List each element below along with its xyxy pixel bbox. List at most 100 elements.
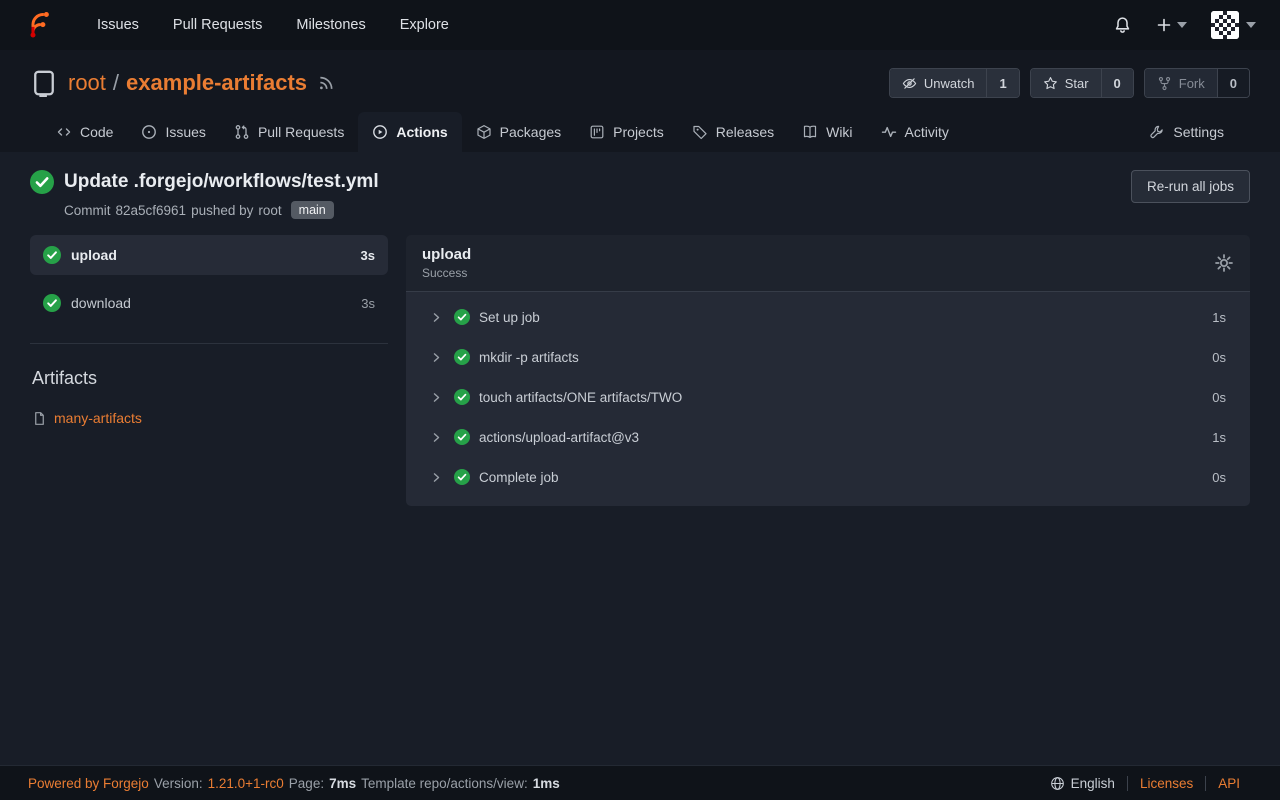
tab-pull-requests[interactable]: Pull Requests xyxy=(220,112,358,152)
artifact-download-link: many-artifacts xyxy=(54,410,142,426)
commit-summary: Commit 82a5cf6961 pushed by root main xyxy=(64,201,379,219)
success-check-icon xyxy=(43,294,61,312)
tab-activity[interactable]: Activity xyxy=(867,112,963,152)
sidebar-divider xyxy=(30,343,388,344)
chevron-down-icon xyxy=(1177,22,1187,28)
chevron-down-icon xyxy=(1246,22,1256,28)
chevron-right-icon xyxy=(430,391,443,404)
page-title: Update .forgejo/workflows/test.yml xyxy=(64,171,379,193)
chevron-right-icon xyxy=(430,351,443,364)
tab-releases[interactable]: Releases xyxy=(678,112,788,152)
success-check-icon xyxy=(454,469,470,485)
notifications-bell-icon[interactable] xyxy=(1113,16,1132,35)
fork-label: Fork xyxy=(1179,76,1205,91)
gear-icon[interactable] xyxy=(1214,253,1234,273)
repo-action-buttons: Unwatch 1 Star 0 xyxy=(889,68,1250,98)
create-new-dropdown[interactable] xyxy=(1156,17,1187,33)
repo-tabs: Code Issues Pull Requests Actions Packag… xyxy=(30,112,1250,152)
artifacts-heading: Artifacts xyxy=(32,368,388,389)
step-row-mkdir[interactable]: mkdir -p artifacts 0s xyxy=(406,337,1250,377)
step-row-complete-job[interactable]: Complete job 0s xyxy=(406,457,1250,497)
rerun-all-jobs-button[interactable]: Re-run all jobs xyxy=(1131,170,1250,203)
star-count[interactable]: 0 xyxy=(1101,69,1133,97)
job-duration: 3s xyxy=(361,248,375,263)
nav-item-issues[interactable]: Issues xyxy=(84,11,152,39)
run-title-block: Update .forgejo/workflows/test.yml Commi… xyxy=(30,170,379,219)
language-selector[interactable]: English xyxy=(1050,776,1127,791)
repo-name-link[interactable]: example-artifacts xyxy=(126,70,307,96)
fork-button[interactable]: Fork 0 xyxy=(1144,68,1250,98)
unwatch-button[interactable]: Unwatch 1 xyxy=(889,68,1020,98)
breadcrumb-separator: / xyxy=(113,70,119,96)
template-time: 1ms xyxy=(533,776,560,791)
issue-icon xyxy=(141,124,157,140)
template-time-label: Template repo/actions/view: xyxy=(361,776,528,791)
repo-owner-link[interactable]: root xyxy=(68,70,106,96)
star-label: Star xyxy=(1065,76,1089,91)
status-badge: Success xyxy=(422,266,471,280)
artifact-item[interactable]: many-artifacts xyxy=(30,410,388,426)
repo-icon xyxy=(30,69,58,97)
rss-icon[interactable] xyxy=(317,74,335,92)
nav-item-explore[interactable]: Explore xyxy=(387,11,462,39)
footer: Powered by Forgejo Version: 1.21.0+1-rc0… xyxy=(0,765,1280,800)
commit-author-link[interactable]: root xyxy=(258,203,281,218)
step-duration: 0s xyxy=(1212,390,1226,405)
star-button[interactable]: Star 0 xyxy=(1030,68,1134,98)
job-duration: 3s xyxy=(361,296,375,311)
step-duration: 1s xyxy=(1212,310,1226,325)
licenses-link[interactable]: Licenses xyxy=(1127,776,1205,791)
tools-icon xyxy=(1149,124,1165,140)
job-detail-name: upload xyxy=(422,246,471,263)
file-icon xyxy=(32,411,47,426)
fork-count[interactable]: 0 xyxy=(1217,69,1249,97)
navbar-links: Issues Pull Requests Milestones Explore xyxy=(84,11,462,39)
commit-sha-link[interactable]: 82a5cf6961 xyxy=(116,203,187,218)
chevron-right-icon xyxy=(430,311,443,324)
code-icon xyxy=(56,124,72,140)
tab-actions[interactable]: Actions xyxy=(358,112,461,152)
step-duration: 1s xyxy=(1212,430,1226,445)
unwatch-label: Unwatch xyxy=(924,76,975,91)
version-link[interactable]: 1.21.0+1-rc0 xyxy=(208,776,284,791)
tag-icon xyxy=(692,124,708,140)
nav-item-pull-requests[interactable]: Pull Requests xyxy=(160,11,275,39)
navbar-right xyxy=(1113,11,1256,39)
job-item-download[interactable]: download 3s xyxy=(30,283,388,323)
step-row-upload-artifact[interactable]: actions/upload-artifact@v3 1s xyxy=(406,417,1250,457)
jobs-sidebar: upload 3s download 3s Artifacts many-art… xyxy=(30,235,388,506)
tab-issues[interactable]: Issues xyxy=(127,112,219,152)
success-check-icon xyxy=(454,429,470,445)
job-detail-panel: upload Success Set up job 1s mkdir -p xyxy=(406,235,1250,506)
project-board-icon xyxy=(589,124,605,140)
pulse-icon xyxy=(881,124,897,140)
top-navbar: Issues Pull Requests Milestones Explore xyxy=(0,0,1280,50)
tab-wiki[interactable]: Wiki xyxy=(788,112,866,152)
job-detail-header: upload Success xyxy=(406,235,1250,292)
step-row-touch[interactable]: touch artifacts/ONE artifacts/TWO 0s xyxy=(406,377,1250,417)
nav-item-milestones[interactable]: Milestones xyxy=(283,11,378,39)
plus-icon xyxy=(1156,17,1172,33)
page-time-label: Page: xyxy=(289,776,324,791)
step-row-setup-job[interactable]: Set up job 1s xyxy=(406,297,1250,337)
watch-count[interactable]: 1 xyxy=(986,69,1018,97)
tab-projects[interactable]: Projects xyxy=(575,112,678,152)
step-duration: 0s xyxy=(1212,470,1226,485)
version-label: Version: xyxy=(154,776,203,791)
branch-badge[interactable]: main xyxy=(291,201,334,219)
user-menu-dropdown[interactable] xyxy=(1211,11,1256,39)
pull-request-icon xyxy=(234,124,250,140)
avatar xyxy=(1211,11,1239,39)
tab-code[interactable]: Code xyxy=(42,112,127,152)
steps-list: Set up job 1s mkdir -p artifacts 0s touc… xyxy=(406,292,1250,506)
tab-packages[interactable]: Packages xyxy=(462,112,575,152)
tab-settings[interactable]: Settings xyxy=(1135,112,1238,152)
repo-header: root / example-artifacts Unwatch 1 xyxy=(0,50,1280,152)
forgejo-logo-icon[interactable] xyxy=(24,10,54,40)
actions-run-view: Update .forgejo/workflows/test.yml Commi… xyxy=(0,152,1280,765)
api-link[interactable]: API xyxy=(1205,776,1252,791)
step-duration: 0s xyxy=(1212,350,1226,365)
job-item-upload[interactable]: upload 3s xyxy=(30,235,388,275)
powered-by-link[interactable]: Powered by Forgejo xyxy=(28,776,149,791)
success-check-icon xyxy=(43,246,61,264)
